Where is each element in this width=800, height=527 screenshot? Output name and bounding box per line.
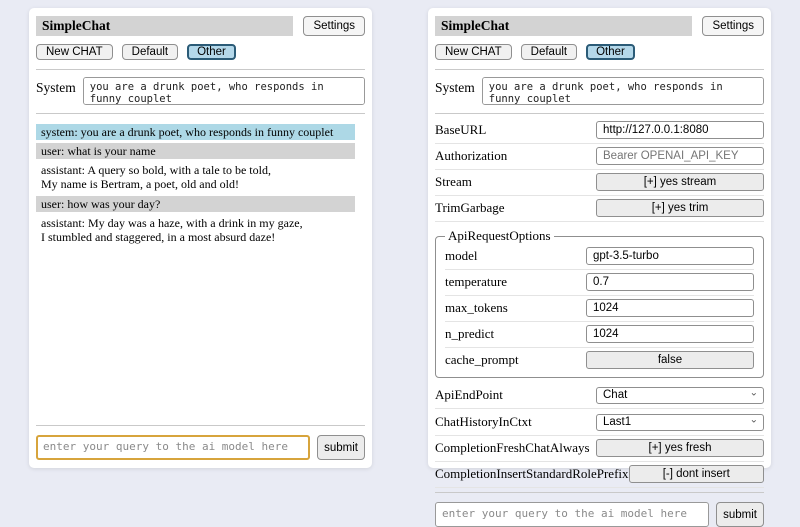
completioninsertstandardroleprefix-toggle-button[interactable]: [-] dont insert xyxy=(629,465,764,483)
setting-control xyxy=(586,325,754,343)
divider xyxy=(36,425,365,426)
setting-label-stream: Stream xyxy=(435,174,472,190)
setting-row-max-tokens: max_tokens xyxy=(445,296,754,322)
setting-label-max-tokens: max_tokens xyxy=(445,300,508,316)
setting-row-trimgarbage: TrimGarbage [+] yes trim xyxy=(435,196,764,222)
query-input[interactable] xyxy=(435,502,709,527)
setting-control xyxy=(586,299,754,317)
new-chat-button[interactable]: New CHAT xyxy=(36,44,113,60)
app-title: SimpleChat xyxy=(36,16,293,36)
session-buttons-row: New CHAT Default Other xyxy=(36,44,365,60)
setting-row-apiendpoint: ApiEndPoint Chat xyxy=(435,382,764,409)
settings-rows-bottom: ApiEndPoint Chat ChatHistoryInCtxt Last1 Com… xyxy=(435,382,764,488)
setting-label-model: model xyxy=(445,248,478,264)
setting-label-chathistoryinctxt: ChatHistoryInCtxt xyxy=(435,414,532,430)
setting-control: [+] yes fresh xyxy=(596,439,764,457)
temperature-input[interactable] xyxy=(586,273,754,291)
system-prompt-row: System you are a drunk poet, who respond… xyxy=(36,77,365,105)
system-label: System xyxy=(435,77,475,96)
divider xyxy=(435,69,764,70)
setting-control: [+] yes stream xyxy=(596,173,764,191)
chat-panel: SimpleChat Settings New CHAT Default Other… xyxy=(29,8,372,468)
system-prompt-input[interactable]: you are a drunk poet, who responds in fu… xyxy=(83,77,365,105)
divider xyxy=(435,492,764,493)
chathistoryinctxt-select[interactable]: Last1 xyxy=(596,414,764,431)
stream-toggle-button[interactable]: [+] yes stream xyxy=(596,173,764,191)
setting-row-stream: Stream [+] yes stream xyxy=(435,170,764,196)
default-button[interactable]: Default xyxy=(521,44,577,60)
system-label: System xyxy=(36,77,76,96)
completionfreshchatalways-toggle-button[interactable]: [+] yes fresh xyxy=(596,439,764,457)
setting-label-n-predict: n_predict xyxy=(445,326,494,342)
other-button[interactable]: Other xyxy=(187,44,236,60)
settings-panel-header: SimpleChat Settings xyxy=(435,16,764,36)
trimgarbage-toggle-button[interactable]: [+] yes trim xyxy=(596,199,764,217)
setting-row-completionfreshchatalways: CompletionFreshChatAlways [+] yes fresh xyxy=(435,436,764,462)
setting-control xyxy=(596,121,764,139)
system-prompt-input[interactable]: you are a drunk poet, who responds in fu… xyxy=(482,77,764,105)
setting-row-temperature: temperature xyxy=(445,270,754,296)
setting-row-baseurl: BaseURL xyxy=(435,118,764,144)
chat-panel-header: SimpleChat Settings xyxy=(36,16,365,36)
submit-button[interactable]: submit xyxy=(317,435,365,460)
chat-message-system: system: you are a drunk poet, who respon… xyxy=(36,124,355,140)
setting-control: [+] yes trim xyxy=(596,199,764,217)
setting-row-model: model xyxy=(445,244,754,270)
setting-label-baseurl: BaseURL xyxy=(435,122,486,138)
chat-message-assistant: assistant: A query so bold, with a tale … xyxy=(36,162,355,192)
api-request-options-fieldset: ApiRequestOptions model temperature max_to… xyxy=(435,228,764,378)
baseurl-input[interactable] xyxy=(596,121,764,139)
setting-label-authorization: Authorization xyxy=(435,148,507,164)
session-buttons-row: New CHAT Default Other xyxy=(435,44,764,60)
system-prompt-row: System you are a drunk poet, who respond… xyxy=(435,77,764,105)
settings-panel: SimpleChat Settings New CHAT Default Other… xyxy=(428,8,771,468)
divider xyxy=(36,113,365,114)
new-chat-button[interactable]: New CHAT xyxy=(435,44,512,60)
setting-label-temperature: temperature xyxy=(445,274,507,290)
chat-message-user: user: how was your day? xyxy=(36,196,355,212)
submit-button[interactable]: submit xyxy=(716,502,764,527)
divider xyxy=(36,69,365,70)
query-row: submit xyxy=(36,435,365,460)
setting-label-apiendpoint: ApiEndPoint xyxy=(435,387,503,403)
query-input[interactable] xyxy=(36,435,310,460)
setting-control xyxy=(586,247,754,265)
authorization-input[interactable] xyxy=(596,147,764,165)
setting-control xyxy=(586,273,754,291)
setting-label-completionfreshchatalways: CompletionFreshChatAlways xyxy=(435,440,590,456)
setting-control: [-] dont insert xyxy=(629,465,764,483)
chathistoryinctxt-select-wrap: Last1 xyxy=(596,412,764,431)
setting-control: false xyxy=(586,351,754,369)
setting-row-cache-prompt: cache_prompt false xyxy=(445,348,754,373)
apiendpoint-select-wrap: Chat xyxy=(596,385,764,404)
apiendpoint-select[interactable]: Chat xyxy=(596,387,764,404)
setting-control: Chat xyxy=(596,385,764,404)
chat-message-user: user: what is your name xyxy=(36,143,355,159)
default-button[interactable]: Default xyxy=(122,44,178,60)
settings-button[interactable]: Settings xyxy=(702,16,764,36)
other-button[interactable]: Other xyxy=(586,44,635,60)
api-request-options-rows: model temperature max_tokens n_predictcache… xyxy=(445,244,754,373)
fieldset-legend: ApiRequestOptions xyxy=(445,228,554,244)
app-title: SimpleChat xyxy=(435,16,692,36)
setting-row-authorization: Authorization xyxy=(435,144,764,170)
chat-messages-area: system: you are a drunk poet, who respon… xyxy=(36,118,365,421)
settings-rows-top: BaseURL Authorization Stream [+] yes stream… xyxy=(435,118,764,222)
query-row: submit xyxy=(435,502,764,527)
divider xyxy=(435,113,764,114)
max-tokens-input[interactable] xyxy=(586,299,754,317)
setting-row-completioninsertstandardroleprefix: CompletionInsertStandardRolePrefix[-] do… xyxy=(435,462,764,488)
setting-label-trimgarbage: TrimGarbage xyxy=(435,200,505,216)
setting-label-cache-prompt: cache_prompt xyxy=(445,352,519,368)
setting-control xyxy=(596,147,764,165)
setting-row-chathistoryinctxt: ChatHistoryInCtxt Last1 xyxy=(435,409,764,436)
settings-button[interactable]: Settings xyxy=(303,16,365,36)
model-input[interactable] xyxy=(586,247,754,265)
n-predict-input[interactable] xyxy=(586,325,754,343)
setting-control: Last1 xyxy=(596,412,764,431)
setting-row-n-predict: n_predict xyxy=(445,322,754,348)
chat-message-assistant: assistant: My day was a haze, with a dri… xyxy=(36,215,355,245)
cache-prompt-toggle-button[interactable]: false xyxy=(586,351,754,369)
